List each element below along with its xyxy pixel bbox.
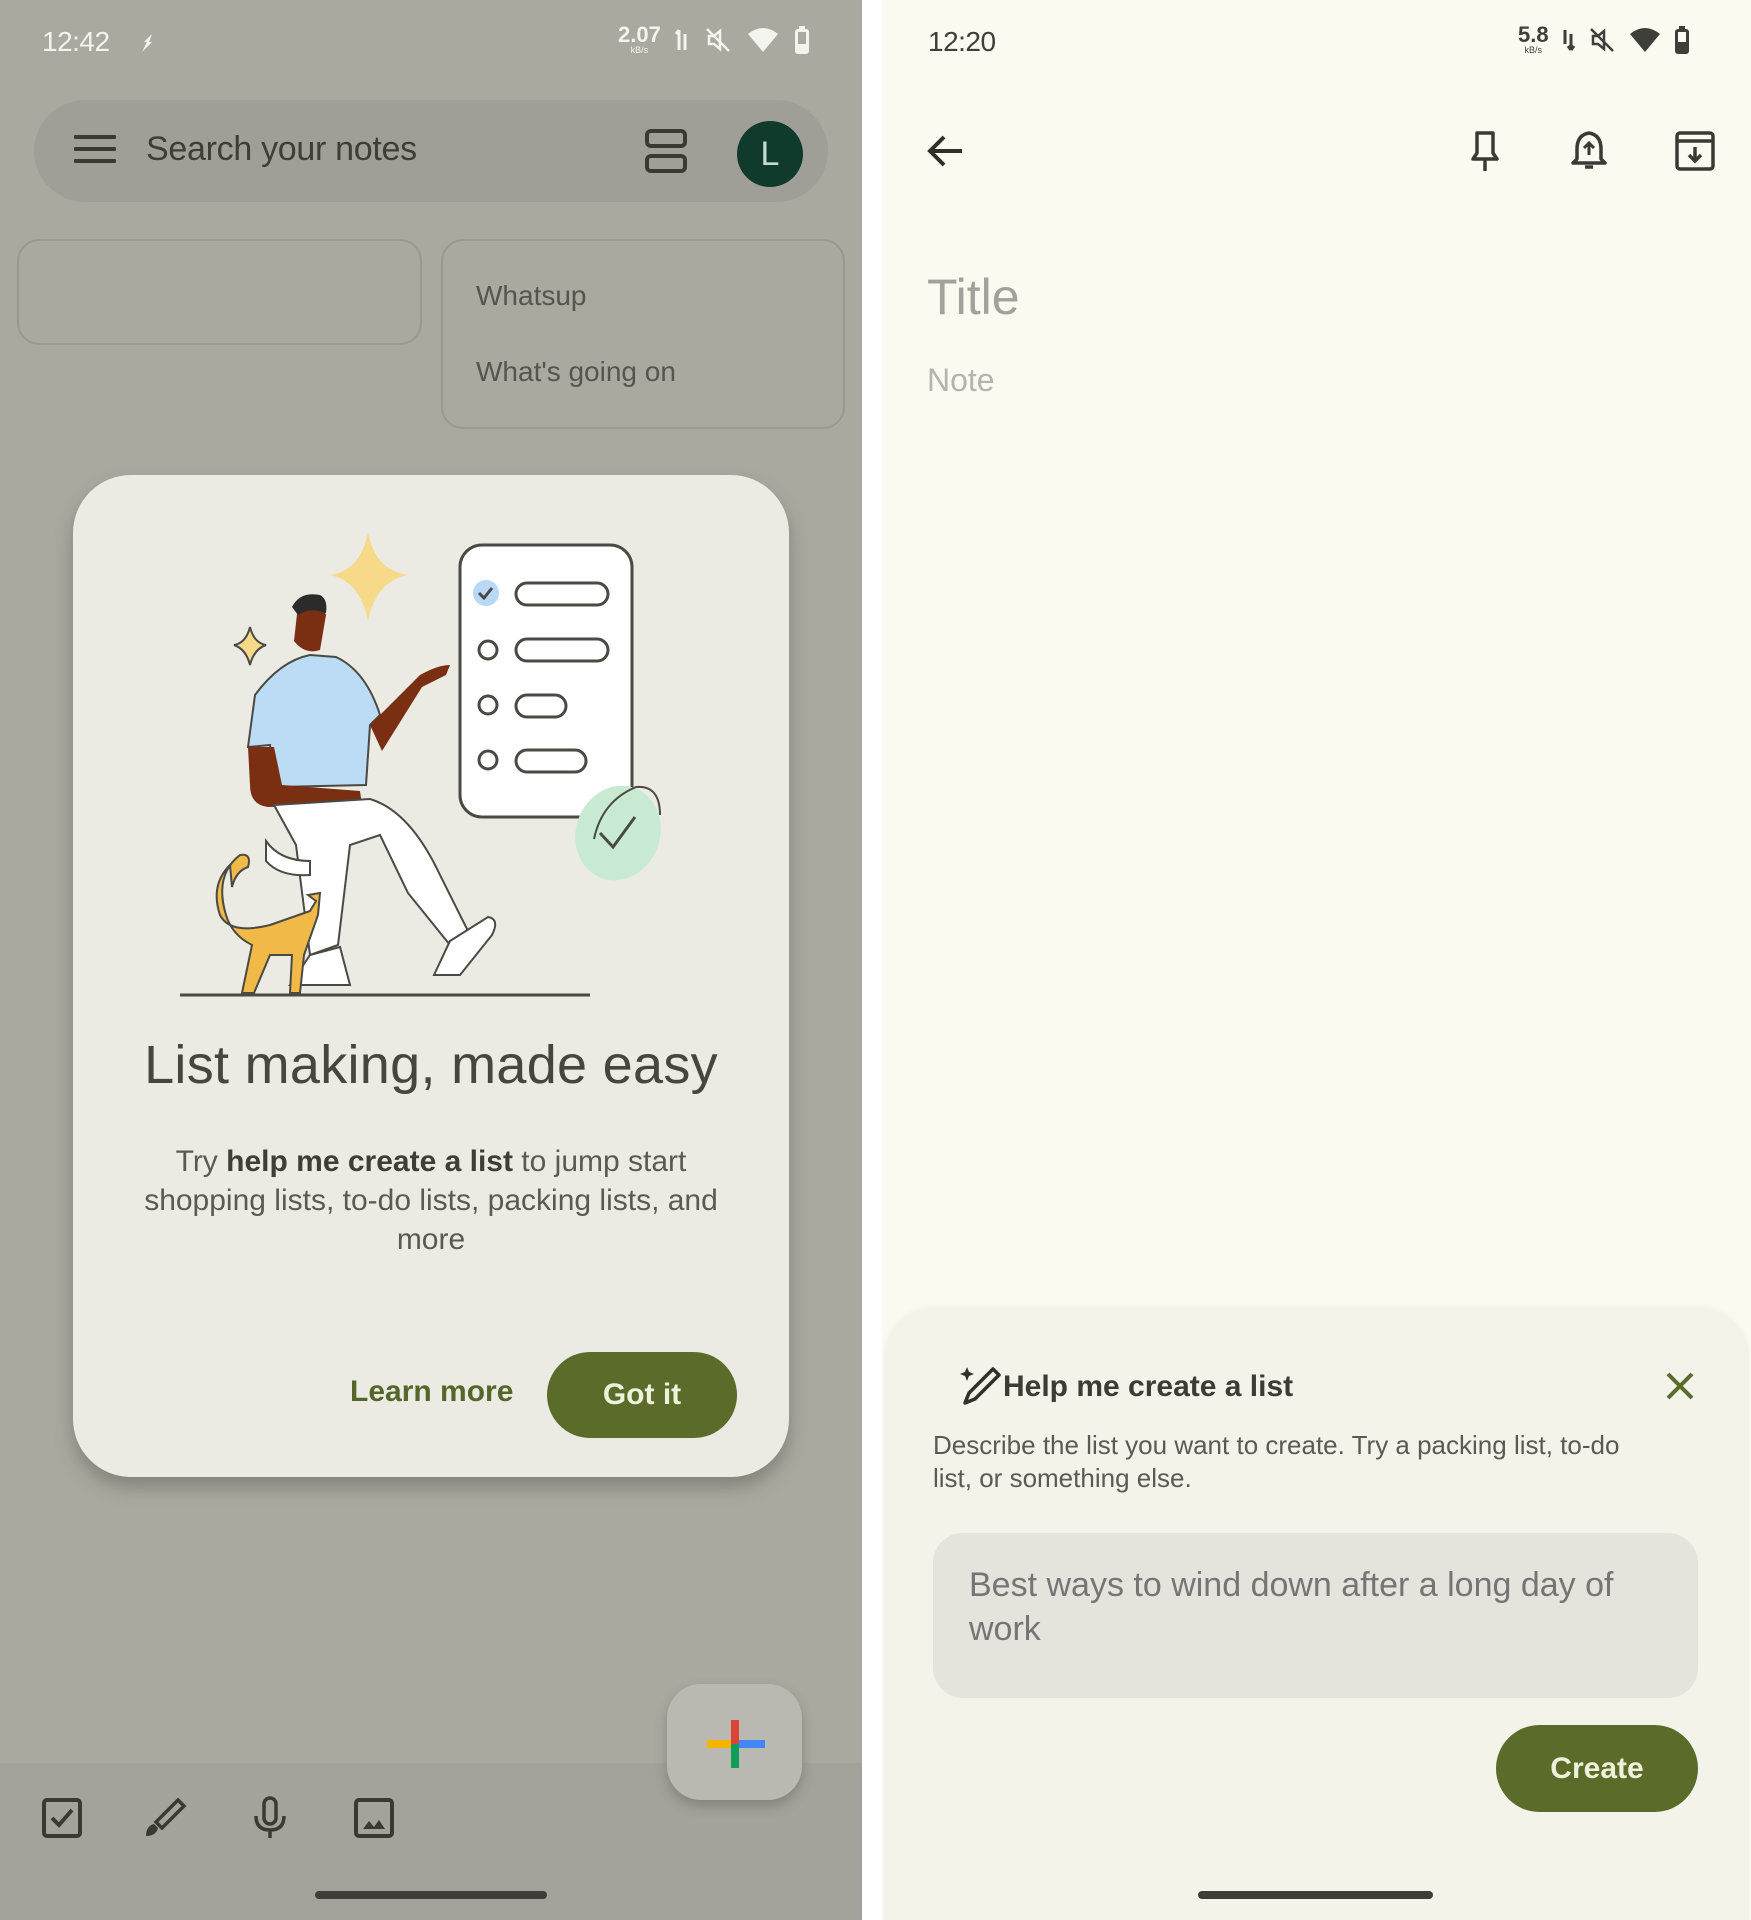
sheet-description: Describe the list you want to create. Tr… (933, 1430, 1620, 1493)
gesture-nav-handle[interactable] (1198, 1891, 1433, 1899)
sparkle-small (233, 626, 267, 666)
checkbox-icon[interactable] (38, 1794, 86, 1842)
learn-more-button[interactable]: Learn more (350, 1375, 513, 1409)
status-time: 12:42 (42, 26, 110, 57)
archive-icon[interactable] (1671, 127, 1719, 175)
create-button[interactable]: Create (1496, 1725, 1698, 1812)
notes-home-screen: 12:42 2.07 kB/s Search your notes L What… (0, 0, 862, 1920)
close-icon[interactable] (1660, 1366, 1700, 1406)
battery-icon (794, 25, 809, 54)
battery-icon (1674, 25, 1689, 54)
list-prompt-input[interactable] (933, 1533, 1698, 1698)
avatar[interactable]: L (737, 121, 803, 187)
dialog-title: List making, made easy (144, 1035, 718, 1095)
search-input[interactable]: Search your notes (146, 130, 417, 169)
microphone-icon[interactable] (246, 1794, 294, 1842)
pin-icon[interactable] (1461, 127, 1509, 175)
new-note-fab[interactable] (667, 1684, 802, 1800)
got-it-button[interactable]: Got it (547, 1352, 737, 1438)
plus-icon (707, 1720, 765, 1768)
mute-icon (1589, 27, 1614, 52)
status-icons: 5.8 kB/s (1518, 24, 1691, 55)
network-speed: 5.8 kB/s (1518, 22, 1549, 55)
magic-pen-icon (960, 1367, 1001, 1405)
status-icons: 2.07 kB/s (618, 24, 811, 55)
list-view-toggle-icon[interactable] (645, 129, 687, 173)
note-field[interactable]: Note (927, 362, 995, 399)
gesture-nav-handle[interactable] (315, 1891, 547, 1899)
title-field[interactable]: Title (927, 268, 1020, 326)
brush-icon[interactable] (140, 1794, 188, 1842)
status-time: 12:20 (928, 26, 996, 57)
note-title: Whatsup (476, 280, 587, 311)
reminder-bell-icon[interactable] (1565, 127, 1613, 175)
network-speed: 2.07 kB/s (618, 22, 661, 55)
sparkle-large (330, 533, 408, 621)
note-card[interactable] (441, 239, 845, 429)
signal-icon (674, 28, 687, 50)
note-body: What's going on (476, 356, 676, 387)
note-editor-screen: 12:20 5.8 kB/s Title Note Help me create… (882, 0, 1751, 1920)
mute-icon (705, 27, 730, 52)
back-arrow-icon[interactable] (922, 127, 970, 175)
notification-icon (142, 34, 152, 52)
wifi-icon (1629, 27, 1660, 52)
image-icon[interactable] (350, 1794, 398, 1842)
list-illustration (180, 533, 661, 997)
dialog-body: Try help me create a list to jump start … (144, 1145, 718, 1256)
sheet-title: Help me create a list (1003, 1370, 1294, 1403)
note-card[interactable] (17, 239, 422, 345)
signal-icon (1563, 29, 1575, 51)
menu-icon[interactable] (74, 135, 116, 167)
wifi-icon (747, 27, 778, 52)
